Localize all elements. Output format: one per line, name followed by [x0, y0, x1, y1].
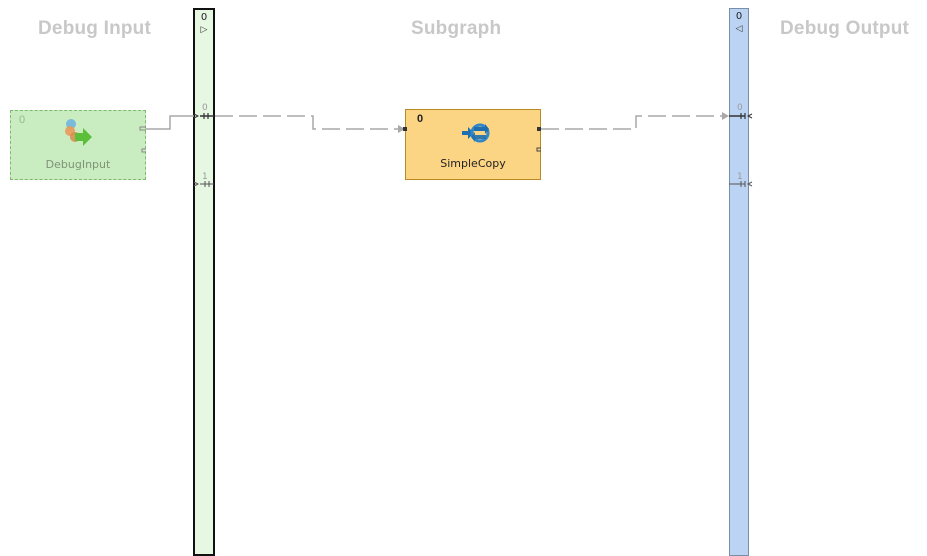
edge-arrowhead-icon	[722, 112, 729, 120]
simplecopy-output-port-1[interactable]	[536, 147, 541, 152]
edge-debug-input-to-subgraph-input[interactable]	[146, 115, 194, 130]
debug-input-output-port-1[interactable]	[141, 148, 146, 153]
output-bar-port-0[interactable]	[729, 113, 753, 119]
edge-simplecopy-to-subgraph-output[interactable]	[541, 115, 722, 130]
debug-input-output-port-0[interactable]	[139, 126, 146, 131]
edges-layer	[139, 112, 753, 187]
input-bar-port-0[interactable]	[193, 113, 214, 119]
edge-subgraph-input-to-simplecopy[interactable]	[215, 115, 398, 130]
simplecopy-output-port-0[interactable]	[537, 127, 541, 131]
input-bar-port-1[interactable]	[193, 181, 214, 187]
output-bar-port-1[interactable]	[729, 181, 753, 187]
simplecopy-input-port-0[interactable]	[403, 127, 407, 131]
